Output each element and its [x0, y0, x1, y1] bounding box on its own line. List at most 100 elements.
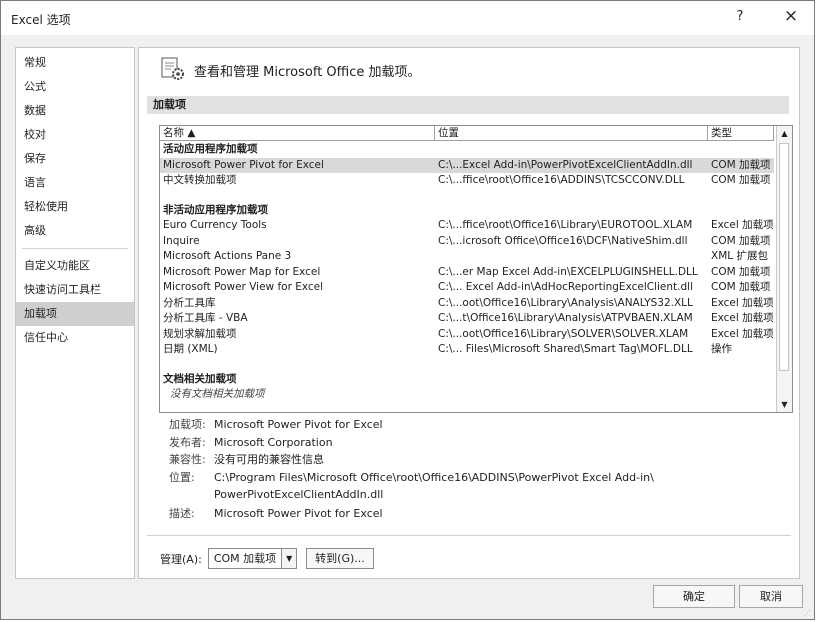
- cell-name: Microsoft Actions Pane 3: [163, 250, 292, 262]
- nav-item-language[interactable]: 语言: [16, 171, 134, 195]
- cell-type: COM 加载项: [711, 281, 771, 293]
- cell-name: Inquire: [163, 234, 200, 247]
- nav-item-customize-ribbon[interactable]: 自定义功能区: [16, 254, 134, 278]
- nav-item-advanced[interactable]: 高级: [16, 219, 134, 243]
- cell-name: Microsoft Power Map for Excel: [163, 265, 321, 278]
- cell-location: C:\... Files\Microsoft Shared\Smart Tag\…: [438, 343, 693, 355]
- cell-location: C:\...oot\Office16\Library\SOLVER\SOLVER…: [438, 327, 689, 340]
- nav-divider: [22, 248, 128, 249]
- cell-name: 分析工具库: [163, 296, 216, 309]
- detail-value-compat: 没有可用的兼容性信息: [214, 453, 324, 466]
- table-row[interactable]: Microsoft Power Map for Excel C:\...er M…: [160, 265, 774, 281]
- table-row[interactable]: Microsoft Actions Pane 3 XML 扩展包: [160, 249, 774, 265]
- divider: [147, 535, 791, 536]
- cell-location: [435, 249, 708, 265]
- detail-label-location: 位置:: [169, 470, 195, 484]
- table-row[interactable]: 日期 (XML) C:\... Files\Microsoft Shared\S…: [160, 342, 774, 358]
- title-bar: Excel 选项 ? ×: [1, 1, 814, 35]
- go-button[interactable]: 转到(G)...: [306, 548, 374, 569]
- detail-label-desc: 描述:: [169, 506, 195, 520]
- cell-type: COM 加载项: [711, 158, 771, 171]
- group-header-inactive: 非活动应用程序加载项: [163, 203, 268, 216]
- nav-item-data[interactable]: 数据: [16, 99, 134, 123]
- table-row[interactable]: 规划求解加载项 C:\...oot\Office16\Library\SOLVE…: [160, 327, 774, 343]
- table-row[interactable]: Inquire C:\...icrosoft Office\Office16\D…: [160, 234, 774, 250]
- cell-type: Excel 加载项: [711, 327, 774, 340]
- table-row[interactable]: Microsoft Power View for Excel C:\... Ex…: [160, 280, 774, 296]
- table-row[interactable]: 分析工具库 C:\...oot\Office16\Library\Analysi…: [160, 296, 774, 312]
- column-header-name[interactable]: 名称 ▲: [160, 126, 435, 141]
- group-header-document: 文档相关加载项: [163, 372, 237, 385]
- cell-location: C:\...er Map Excel Add-in\EXCELPLUGINSHE…: [438, 265, 698, 278]
- table-row[interactable]: Euro Currency Tools C:\...ffice\root\Off…: [160, 218, 774, 234]
- cell-location: C:\...ffice\root\Office16\ADDINS\TCSCCON…: [438, 174, 685, 186]
- cell-name: Microsoft Power Pivot for Excel: [163, 158, 324, 171]
- panel-header: 查看和管理 Microsoft Office 加载项。: [160, 56, 421, 84]
- detail-value-desc: Microsoft Power Pivot for Excel: [214, 506, 383, 520]
- cell-location: C:\...oot\Office16\Library\Analysis\ANAL…: [438, 296, 693, 309]
- table-scrollbar[interactable]: ▲ ▼: [776, 126, 792, 412]
- cell-name: Microsoft Power View for Excel: [163, 281, 324, 293]
- empty-document-addins-note: 没有文档相关加载项: [170, 388, 265, 400]
- detail-label-addin: 加载项:: [169, 418, 206, 431]
- addins-gear-icon: [160, 56, 186, 85]
- nav-item-trust-center[interactable]: 信任中心: [16, 326, 134, 350]
- cell-name: 规划求解加载项: [163, 327, 237, 340]
- ok-button[interactable]: 确定: [653, 585, 735, 608]
- resize-grip-icon[interactable]: ⋰: [804, 609, 812, 617]
- cell-location: C:\...Excel Add-in\PowerPivotExcelClient…: [438, 158, 693, 171]
- nav-item-general[interactable]: 常规: [16, 51, 134, 75]
- cell-type: Excel 加载项: [711, 296, 774, 309]
- dropdown-arrow-icon[interactable]: ▼: [281, 549, 297, 568]
- cell-location: C:\...ffice\root\Office16\Library\EUROTO…: [438, 219, 693, 231]
- window-title: Excel 选项: [11, 13, 71, 27]
- nav-item-save[interactable]: 保存: [16, 147, 134, 171]
- cell-type: COM 加载项: [711, 174, 771, 186]
- cell-type: COM 加载项: [711, 234, 771, 247]
- nav-item-proofing[interactable]: 校对: [16, 123, 134, 147]
- scroll-up-arrow-icon[interactable]: ▲: [777, 126, 792, 141]
- cell-location: C:\...icrosoft Office\Office16\DCF\Nativ…: [438, 234, 688, 247]
- cell-name: 分析工具库 - VBA: [163, 312, 248, 324]
- close-button[interactable]: ×: [780, 6, 802, 26]
- scroll-down-arrow-icon[interactable]: ▼: [777, 397, 792, 412]
- column-header-location[interactable]: 位置: [435, 126, 708, 141]
- nav-item-quick-access[interactable]: 快速访问工具栏: [16, 278, 134, 302]
- cell-location: C:\... Excel Add-in\AdHocReportingExcelC…: [438, 281, 693, 293]
- help-button[interactable]: ?: [730, 9, 750, 24]
- detail-location-line2: PowerPivotExcelClientAddIn.dll: [214, 487, 384, 501]
- table-row[interactable]: Microsoft Power Pivot for Excel C:\...Ex…: [160, 157, 774, 173]
- manage-select[interactable]: COM 加载项 ▼: [207, 548, 298, 569]
- addins-table: 名称 ▲ 位置 类型 活动应用程序加载项 Microsoft Power Piv…: [159, 125, 793, 413]
- detail-label-publisher: 发布者:: [169, 435, 206, 449]
- addin-details: 加载项: Microsoft Power Pivot for Excel 发布者…: [169, 416, 789, 522]
- nav-item-formulas[interactable]: 公式: [16, 75, 134, 99]
- cell-type: XML 扩展包: [711, 250, 768, 262]
- detail-label-compat: 兼容性:: [169, 453, 206, 466]
- manage-row: 管理(A): COM 加载项 ▼ 转到(G)...: [160, 548, 374, 569]
- panel-heading: 查看和管理 Microsoft Office 加载项。: [194, 64, 421, 80]
- cell-type: Excel 加载项: [711, 312, 774, 324]
- detail-value-publisher: Microsoft Corporation: [214, 435, 333, 449]
- scroll-thumb[interactable]: [779, 143, 789, 371]
- table-rows: 活动应用程序加载项 Microsoft Power Pivot for Exce…: [160, 142, 774, 402]
- detail-value-location: C:\Program Files\Microsoft Office\root\O…: [214, 469, 789, 503]
- cell-type: Excel 加载项: [711, 219, 774, 231]
- excel-options-dialog: Excel 选项 ? × 常规 公式 数据 校对 保存 语言 轻松使用 高级 自…: [0, 0, 815, 620]
- manage-select-value: COM 加载项: [213, 552, 277, 565]
- table-row[interactable]: 分析工具库 - VBA C:\...t\Office16\Library\Ana…: [160, 311, 774, 327]
- table-row[interactable]: 中文转换加载项 C:\...ffice\root\Office16\ADDINS…: [160, 173, 774, 189]
- cancel-button[interactable]: 取消: [739, 585, 803, 608]
- nav-item-accessibility[interactable]: 轻松使用: [16, 195, 134, 219]
- group-header-active: 活动应用程序加载项: [163, 143, 258, 155]
- addins-panel: 查看和管理 Microsoft Office 加载项。 加载项 名称 ▲ 位置 …: [138, 47, 800, 579]
- cell-type: 操作: [711, 343, 732, 355]
- nav-item-addins[interactable]: 加载项: [16, 302, 134, 326]
- detail-location-line1: C:\Program Files\Microsoft Office\root\O…: [214, 470, 654, 484]
- cell-location: C:\...t\Office16\Library\Analysis\ATPVBA…: [438, 312, 693, 324]
- table-header: 名称 ▲ 位置 类型: [160, 126, 774, 141]
- cell-name: 日期 (XML): [163, 343, 218, 355]
- manage-label: 管理(A):: [160, 552, 202, 566]
- column-header-type[interactable]: 类型: [708, 126, 774, 141]
- cell-name: 中文转换加载项: [163, 174, 237, 186]
